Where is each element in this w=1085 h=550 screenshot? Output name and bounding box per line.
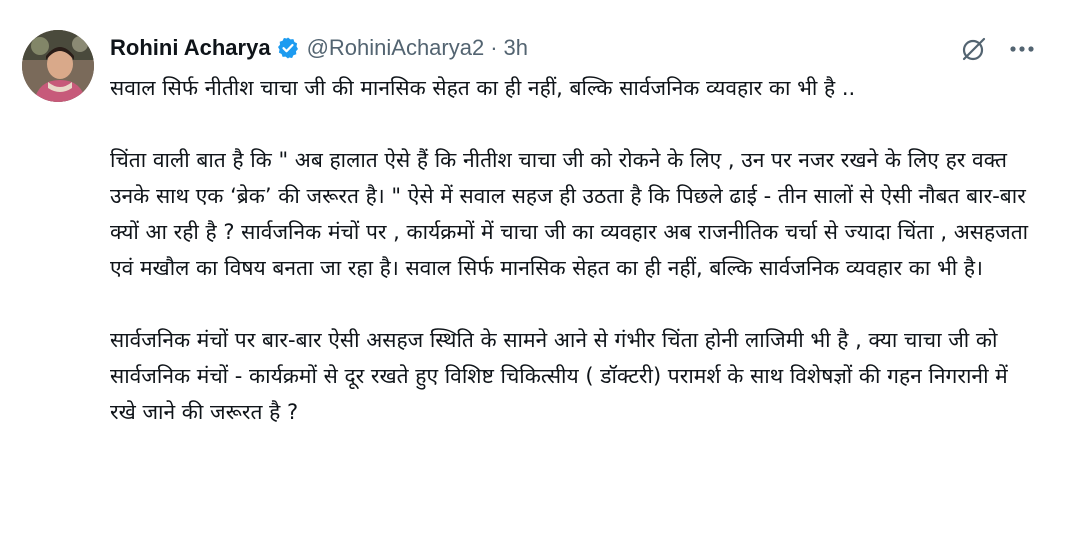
author-handle[interactable]: @RohiniAcharya2 (307, 35, 485, 61)
verified-badge-icon (277, 37, 298, 59)
avatar[interactable] (22, 30, 94, 102)
timestamp[interactable]: 3h (504, 35, 528, 61)
tweet-paragraph: चिंता वाली बात है कि " अब हालात ऐसे हैं … (110, 148, 1029, 280)
profile-photo-icon (22, 30, 94, 102)
separator-dot: · (490, 35, 498, 60)
tweet-paragraph: सार्वजनिक मंचों पर बार-बार ऐसी असहज स्थि… (110, 328, 1008, 424)
grok-icon[interactable] (959, 34, 989, 64)
tweet-text: सवाल सिर्फ नीतीश चाचा जी की मानसिक सेहत … (110, 70, 1040, 430)
author-display-name[interactable]: Rohini Acharya (110, 35, 271, 61)
more-icon[interactable] (1007, 34, 1037, 64)
tweet: Rohini Acharya @RohiniAcharya2 · 3h सवाल… (0, 0, 1085, 550)
tweet-actions (959, 34, 1037, 64)
tweet-header: Rohini Acharya @RohiniAcharya2 · 3h (110, 30, 528, 66)
tweet-paragraph: सवाल सिर्फ नीतीश चाचा जी की मानसिक सेहत … (110, 76, 856, 100)
